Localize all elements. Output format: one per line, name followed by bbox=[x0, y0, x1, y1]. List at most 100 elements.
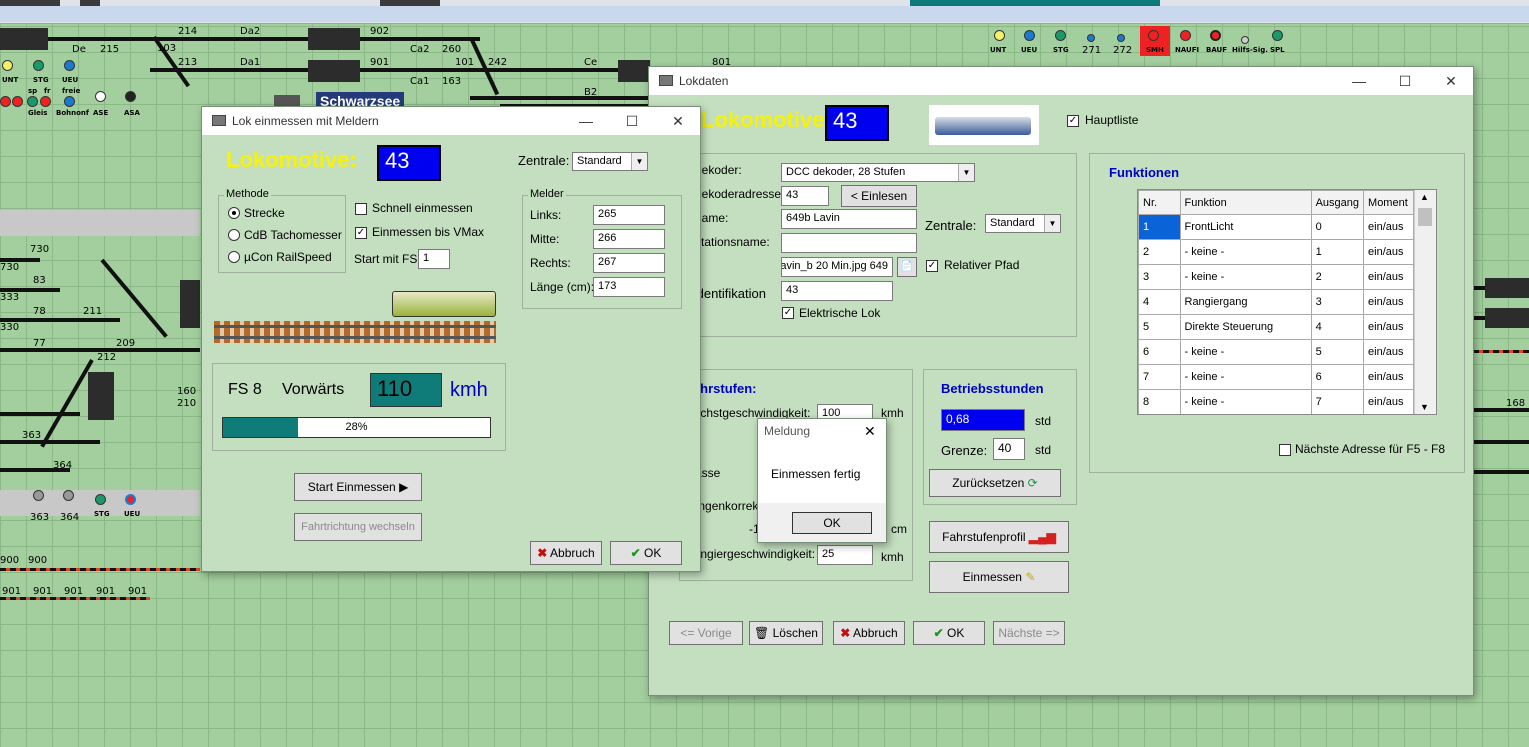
minimize-icon[interactable]: — bbox=[1345, 71, 1373, 91]
abbruch-button[interactable]: ✖ Abbruch bbox=[530, 541, 602, 565]
melder-label: Melder bbox=[528, 188, 566, 200]
track-label: B2 bbox=[584, 87, 598, 98]
stationsname-label: Stationsname: bbox=[693, 235, 770, 249]
einmessen-button[interactable]: Einmessen ✎ bbox=[929, 561, 1069, 593]
fahrstufenprofil-button[interactable]: Fahrstufenprofil ▂▄▆ bbox=[929, 521, 1069, 553]
bild-path-input[interactable]: 649 Lavin_b 20 Min.jpg bbox=[781, 257, 893, 277]
radio-cdb[interactable] bbox=[228, 229, 240, 241]
rechts-label: Rechts: bbox=[530, 256, 571, 270]
zuruecksetzen-button[interactable]: Zurücksetzen ⟳ bbox=[929, 469, 1061, 497]
relativer-pfad-checkbox[interactable]: ✓ bbox=[926, 260, 938, 272]
track-label: 163 bbox=[442, 76, 462, 87]
measure-icon: ✎ bbox=[1025, 570, 1036, 584]
minimize-icon[interactable]: — bbox=[572, 111, 600, 131]
track-label: Ce bbox=[584, 57, 598, 68]
signal-label: BAUF bbox=[1206, 46, 1228, 54]
app-icon bbox=[212, 115, 226, 126]
window-title: Lokdaten bbox=[679, 74, 729, 88]
naechste-button[interactable]: Nächste => bbox=[993, 621, 1065, 645]
column-header[interactable]: Ausgang bbox=[1310, 190, 1365, 215]
table-row[interactable]: 3 - keine - 2 ein/aus bbox=[1138, 264, 1414, 290]
track-illustration bbox=[214, 287, 500, 349]
methode-label: Methode bbox=[224, 188, 271, 200]
zentrale-select[interactable]: Standard ▼ bbox=[572, 152, 648, 171]
funktionen-table: Nr. Funktion Ausgang Moment 1 FrontLicht… bbox=[1137, 189, 1437, 415]
table-row[interactable]: 2 - keine - 1 ein/aus bbox=[1138, 239, 1414, 265]
dialog-message: Einmessen fertig bbox=[771, 467, 861, 481]
table-row[interactable]: 1 FrontLicht 0 ein/aus bbox=[1138, 214, 1414, 240]
start-einmessen-button[interactable]: Start Einmessen ▶ bbox=[294, 473, 422, 501]
adresse-label: Dekoderadresse: bbox=[693, 187, 785, 201]
relativer-pfad-label: Relativer Pfad bbox=[944, 258, 1020, 272]
vmax-checkbox[interactable]: ✓ bbox=[355, 227, 367, 239]
maximize-icon[interactable]: ☐ bbox=[1391, 71, 1419, 91]
table-row[interactable]: 4 Rangiergang 3 ein/aus bbox=[1138, 289, 1414, 315]
start-fs-input[interactable]: 1 bbox=[418, 249, 450, 269]
column-header[interactable]: Moment bbox=[1363, 190, 1414, 215]
maximize-icon[interactable]: ☐ bbox=[618, 111, 646, 131]
einmessen-window: Lok einmessen mit Meldern — ☐ ✕ Lokomoti… bbox=[201, 106, 701, 572]
signal-label: STG bbox=[1053, 46, 1069, 54]
start-fs-label: Start mit FS: bbox=[354, 252, 421, 266]
schnell-label: Schnell einmessen bbox=[372, 201, 473, 215]
table-row[interactable]: 8 - keine - 7 ein/aus bbox=[1138, 389, 1414, 414]
abbruch-button[interactable]: ✖ Abbruch bbox=[833, 621, 905, 645]
ok-button[interactable]: ✔ OK bbox=[610, 541, 682, 565]
radio-strecke[interactable] bbox=[228, 207, 240, 219]
laenge-input[interactable]: 173 bbox=[593, 277, 665, 297]
name-input[interactable]: 649b Lavin bbox=[781, 209, 917, 229]
table-scrollbar[interactable]: ▲ ▼ bbox=[1414, 190, 1436, 414]
schnell-checkbox[interactable] bbox=[355, 203, 367, 215]
adresse-input[interactable]: 43 bbox=[781, 186, 829, 206]
close-icon[interactable]: ✕ bbox=[864, 423, 876, 440]
locomotive-image bbox=[929, 105, 1039, 145]
column-header[interactable]: Nr. bbox=[1138, 190, 1181, 215]
lokomotive-label: Lokomotive: bbox=[701, 107, 832, 132]
track-label: 901 bbox=[370, 57, 390, 68]
app-icon bbox=[659, 75, 673, 86]
dialog-ok-button[interactable]: OK bbox=[792, 512, 872, 534]
signal-label: SPL bbox=[1270, 46, 1285, 54]
std-unit: std bbox=[1035, 414, 1052, 428]
dialog-title: Meldung bbox=[764, 424, 811, 438]
zentrale-label: Zentrale: bbox=[518, 153, 570, 168]
rangier-label: Rangiergeschwindigkeit: bbox=[685, 547, 816, 561]
ok-button[interactable]: ✔ OK bbox=[913, 621, 985, 645]
file-browse-icon[interactable]: 📄 bbox=[897, 257, 917, 277]
loeschen-button[interactable]: 🗑 Löschen bbox=[749, 621, 823, 645]
stationsname-input[interactable] bbox=[781, 233, 917, 253]
std-unit: std bbox=[1035, 443, 1052, 457]
vorige-button[interactable]: <= Vorige bbox=[669, 621, 743, 645]
chevron-down-icon: ▼ bbox=[958, 164, 974, 181]
grenze-input[interactable]: 40 bbox=[993, 438, 1025, 460]
naechste-adresse-checkbox[interactable] bbox=[1279, 444, 1291, 456]
hauptliste-checkbox[interactable]: ✓ bbox=[1067, 115, 1079, 127]
identifikation-input[interactable]: 43 bbox=[781, 281, 893, 301]
fahrtrichtung-button[interactable]: Fahrtrichtung wechseln bbox=[294, 513, 422, 541]
betriebsstunden-value[interactable]: 0,68 bbox=[941, 409, 1025, 431]
elektrische-lok-checkbox[interactable]: ✓ bbox=[782, 307, 794, 319]
signal-label: NAUFI bbox=[1175, 46, 1200, 54]
rechts-input[interactable]: 267 bbox=[593, 253, 665, 273]
check-icon: ✔ bbox=[933, 626, 944, 640]
cancel-icon: ✖ bbox=[840, 626, 851, 640]
dekoder-select[interactable]: DCC dekoder, 28 Stufen ▼ bbox=[781, 163, 975, 182]
lok-number: 43 bbox=[825, 105, 889, 141]
links-input[interactable]: 265 bbox=[593, 205, 665, 225]
grenze-label: Grenze: bbox=[941, 443, 988, 458]
radio-ucon[interactable] bbox=[228, 251, 240, 263]
table-row[interactable]: 7 - keine - 6 ein/aus bbox=[1138, 364, 1414, 390]
zentrale-select[interactable]: Standard ▼ bbox=[985, 214, 1061, 233]
table-row[interactable]: 6 - keine - 5 ein/aus bbox=[1138, 339, 1414, 365]
close-icon[interactable]: ✕ bbox=[664, 111, 692, 131]
signal-label: Hilfs-Sig. bbox=[1232, 46, 1268, 54]
lok-number: 43 bbox=[377, 145, 441, 181]
einlesen-button[interactable]: < Einlesen bbox=[841, 185, 917, 207]
column-header[interactable]: Funktion bbox=[1179, 190, 1312, 215]
track-label: Da2 bbox=[240, 26, 261, 37]
table-row[interactable]: 5 Direkte Steuerung 4 ein/aus bbox=[1138, 314, 1414, 340]
elektrische-lok-label: Elektrische Lok bbox=[799, 306, 881, 320]
rangier-input[interactable]: 25 bbox=[817, 545, 873, 565]
mitte-input[interactable]: 266 bbox=[593, 229, 665, 249]
close-icon[interactable]: ✕ bbox=[1437, 71, 1465, 91]
